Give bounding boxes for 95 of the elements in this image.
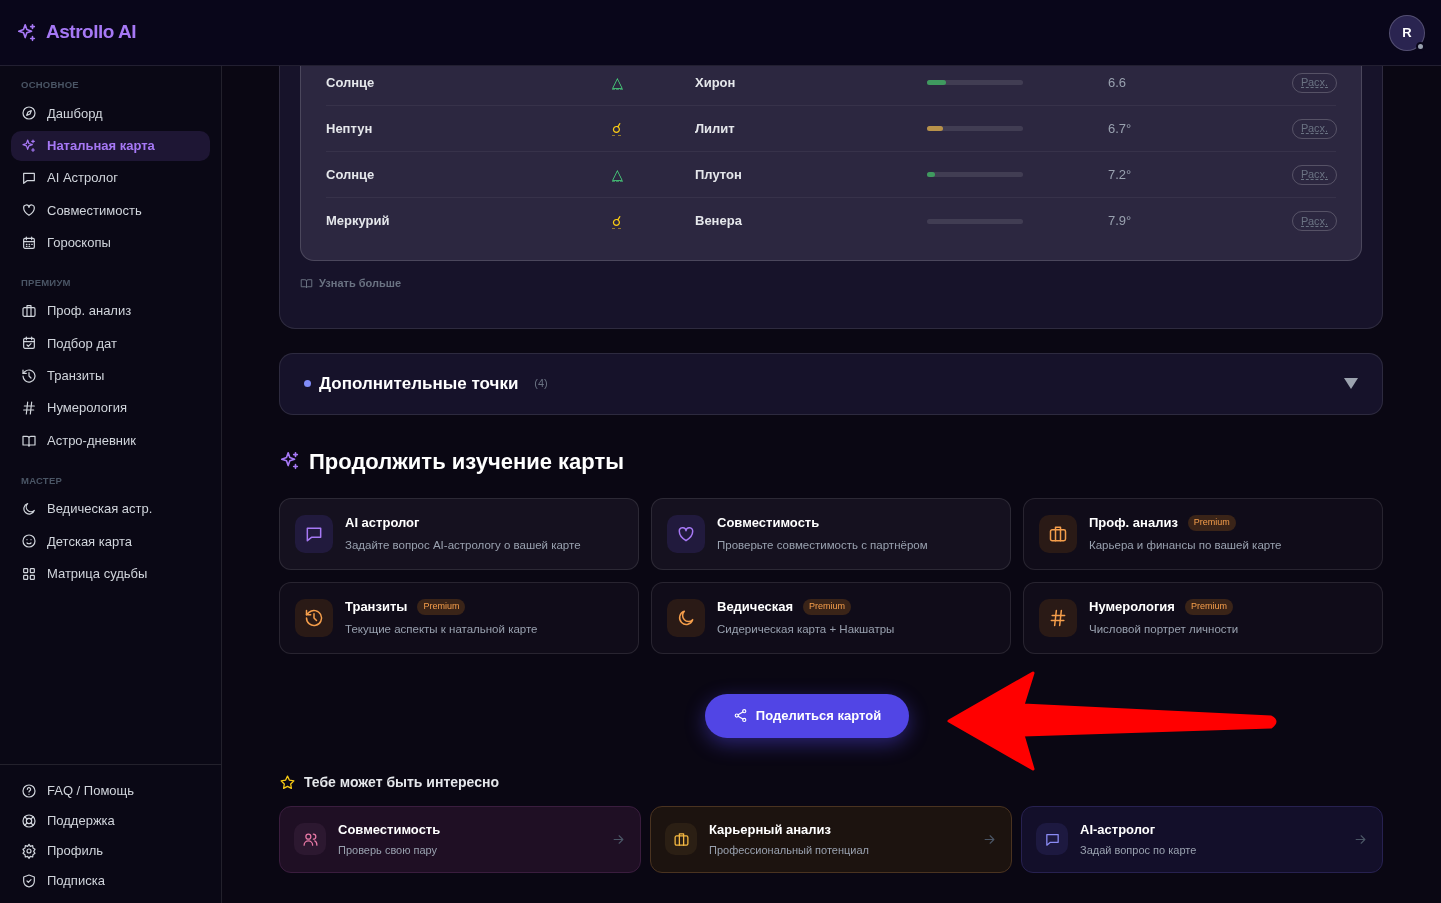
share-button[interactable]: Поделиться картой (705, 693, 909, 738)
planet-name: Меркурий (326, 212, 391, 231)
section-label: МАСТЕР (20, 473, 64, 488)
smiley-icon (21, 533, 37, 550)
sidebar-item[interactable]: Подписка (11, 867, 210, 895)
app-logo[interactable]: Astrollo AI (46, 18, 137, 47)
sidebar-item[interactable]: Профиль (11, 837, 210, 865)
section-title: Тебе может быть интересно (304, 772, 499, 792)
card-subtitle: Проверь свою пару (338, 843, 439, 858)
card-title: AI-астролог (1080, 820, 1157, 839)
card-subtitle: Числовой портрет личности (1089, 621, 1239, 637)
sidebar-item[interactable]: Дашборд (11, 98, 210, 129)
moon-icon (21, 500, 37, 517)
hash-icon (21, 400, 37, 417)
sidebar-item[interactable]: AI Астролог (11, 163, 210, 194)
section-label: ОСНОВНОЕ (20, 78, 80, 92)
sparkles-icon (16, 21, 38, 44)
chat-bubble-icon (21, 170, 37, 187)
card-title: AI астролог (345, 514, 420, 533)
card-title: Нумерология (1089, 598, 1175, 617)
planet-name: Плутон (695, 165, 743, 184)
orb-value: 6.6 (1108, 73, 1128, 92)
orb-value: 7.9° (1108, 212, 1133, 231)
sidebar-item[interactable]: Натальная карта (11, 130, 210, 161)
section-title: Продолжить изучение карты (309, 447, 625, 476)
feature-card[interactable]: Нумерология Premium Числовой портрет личности (1023, 581, 1383, 654)
sidebar-item[interactable]: Поддержка (11, 807, 210, 835)
card-title: Ведическая (717, 598, 794, 617)
share-icon (732, 708, 748, 723)
hash-icon (1048, 607, 1068, 628)
settings-icon (21, 843, 37, 859)
card-subtitle: Задай вопрос по карте (1080, 843, 1198, 858)
briefcase-icon (672, 830, 690, 848)
feature-card[interactable]: Проф. анализ Premium Карьера и финансы по вашей карте (1023, 497, 1383, 570)
sidebar-item[interactable]: Транзиты (11, 360, 210, 391)
orb-value: 6.7° (1108, 119, 1133, 138)
planet-name: Нептун (326, 119, 374, 138)
calendar-check-icon (21, 335, 37, 352)
sidebar-item[interactable]: Подбор дат (11, 328, 210, 359)
book-icon (300, 276, 313, 290)
briefcase-icon (21, 303, 37, 320)
sparkles-icon (21, 137, 37, 154)
card-title: Транзиты (345, 598, 408, 617)
card-subtitle: Сидерическая карта + Накшатры (717, 621, 895, 637)
shield-icon (21, 873, 37, 889)
history-icon (21, 367, 37, 384)
card-title: Проф. анализ (1089, 514, 1178, 533)
feature-card[interactable]: Совместимость Проверьте совместимость с партнёром (651, 497, 1011, 570)
card-title: Карьерный анализ (709, 820, 832, 839)
sidebar-item[interactable]: Детская карта (11, 526, 210, 557)
section-label: ПРЕМИУМ (20, 275, 72, 290)
suggestion-card[interactable]: Совместимость Проверь свою пару (279, 805, 641, 873)
sidebar-item[interactable]: Астро-дневник (11, 425, 210, 456)
sidebar-item[interactable]: Проф. анализ (11, 296, 210, 327)
card-subtitle: Профессиональный потенциал (709, 843, 870, 858)
feature-card[interactable]: Ведическая Premium Сидерическая карта + Накшатры (651, 581, 1011, 654)
planet-name: Лилит (695, 119, 736, 138)
suggestion-card[interactable]: Карьерный анализ Профессиональный потенциал (650, 805, 1012, 873)
heart-icon (21, 202, 37, 219)
card-title: Совместимость (717, 514, 820, 533)
lifebuoy-icon (21, 813, 37, 829)
chevron-down-icon (1344, 378, 1358, 389)
card-subtitle: Карьера и финансы по вашей карте (1089, 537, 1282, 553)
premium-badge: Premium (417, 599, 466, 615)
planet-name: Венера (695, 212, 743, 231)
user-avatar[interactable]: R (1389, 14, 1425, 51)
extra-points-accordion[interactable]: Дополнительные точки (4) (279, 352, 1383, 415)
compass-icon (21, 105, 37, 122)
orb-value: 7.2° (1108, 165, 1133, 184)
sidebar-item[interactable]: Совместимость (11, 195, 210, 226)
history-icon (304, 607, 324, 628)
suggestion-card[interactable]: AI-астролог Задай вопрос по карте (1021, 805, 1383, 873)
card-subtitle: Текущие аспекты к натальной карте (345, 621, 538, 637)
calendar-icon (21, 234, 37, 251)
sparkles-icon (279, 450, 301, 472)
feature-card[interactable]: AI астролог Задайте вопрос AI-астрологу о вашей карте (279, 497, 639, 570)
learn-more-link[interactable]: Узнать больше (319, 275, 401, 292)
feature-card[interactable]: Транзиты Premium Текущие аспекты к натальной карте (279, 581, 639, 654)
planet-name: Хирон (695, 73, 737, 92)
sidebar-item[interactable]: Гороскопы (11, 227, 210, 258)
premium-badge: Premium (1184, 599, 1233, 615)
premium-badge: Premium (1187, 515, 1236, 531)
sidebar-item[interactable]: Ведическая астр. (11, 493, 210, 524)
sidebar-item[interactable]: Нумерология (11, 393, 210, 424)
planet-name: Солнце (326, 73, 376, 92)
premium-badge: Premium (803, 599, 852, 615)
card-subtitle: Проверьте совместимость с партнёром (717, 537, 928, 553)
star-icon (279, 773, 296, 791)
sidebar-item[interactable]: FAQ / Помощь (11, 777, 210, 805)
grid-icon (21, 565, 37, 582)
planet-name: Солнце (326, 165, 376, 184)
sidebar-item[interactable]: Матрица судьбы (11, 558, 210, 589)
card-subtitle: Задайте вопрос AI-астрологу о вашей карте (345, 537, 581, 553)
help-icon (21, 783, 37, 799)
card-title: Совместимость (338, 820, 442, 839)
